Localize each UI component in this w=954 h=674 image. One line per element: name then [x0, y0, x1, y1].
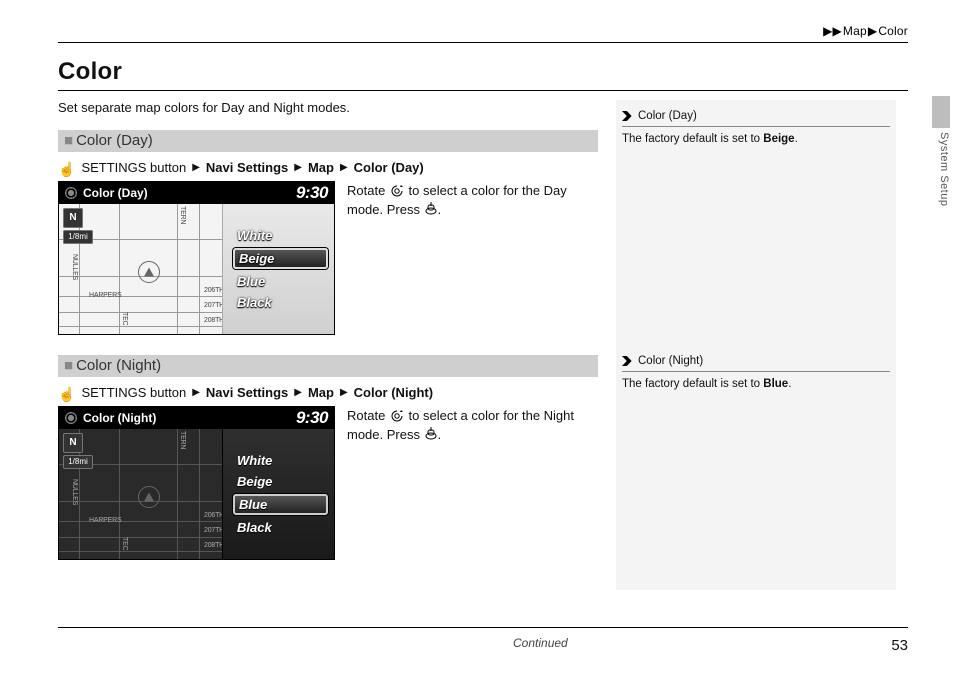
road-label: NULLES [71, 254, 78, 280]
instruction-day: Rotate to select a color for the Day mod… [347, 181, 598, 335]
road-label: TEC [121, 312, 128, 325]
footer-continued: Continued [513, 636, 568, 650]
screenshot-color-day: Color (Day) 9:30 [58, 181, 335, 335]
road-label: 206TH [204, 287, 224, 294]
gear-icon [65, 412, 77, 424]
path-segment: Color (Night) [354, 385, 433, 400]
road-label: 208TH [204, 317, 224, 324]
road-label: 207TH [204, 302, 224, 309]
path-segment: Map [308, 160, 334, 175]
square-icon: ■ [64, 357, 73, 374]
square-icon: ■ [64, 132, 73, 149]
color-option[interactable]: Blue [233, 273, 328, 290]
double-chevron-icon [622, 356, 634, 366]
map-preview: N 1/8mi HARPERS 206TH 207TH 208TH TERN N… [59, 429, 239, 559]
road-label: HARPERS [89, 292, 121, 299]
triangle-icon: ▶ [192, 387, 200, 398]
double-chevron-icon [622, 111, 634, 121]
screen-clock: 9:30 [296, 408, 328, 428]
color-option[interactable]: Beige [233, 473, 328, 490]
screen-title: Color (Day) [83, 186, 148, 200]
color-options-list: White Beige Blue Black [222, 429, 334, 559]
screen-title: Color (Night) [83, 411, 156, 425]
road-label: HARPERS [89, 517, 121, 524]
info-body-night: The factory default is set to Blue. [622, 371, 890, 400]
hand-icon: ☝ [58, 387, 75, 401]
instruction-night: Rotate to select a color for the Night m… [347, 406, 598, 560]
triangle-icon: ▶ [340, 162, 348, 173]
color-options-list: White Beige Blue Black [222, 204, 334, 334]
gps-marker-icon [138, 261, 160, 283]
road-label: 207TH [204, 527, 224, 534]
press-button-icon [424, 202, 438, 216]
compass-icon: N [63, 433, 83, 453]
chevron-icon: ▶ [868, 24, 877, 38]
compass-icon: N [63, 208, 83, 228]
side-section-label: System Setup [938, 132, 950, 206]
info-sidebar: Color (Day) The factory default is set t… [616, 100, 896, 590]
triangle-icon: ▶ [340, 387, 348, 398]
press-button-icon [424, 427, 438, 441]
color-option[interactable]: White [233, 227, 328, 244]
subheading-color-day: ■Color (Day) [58, 130, 598, 152]
color-option[interactable]: Black [233, 519, 328, 536]
road-label: TERN [179, 431, 186, 449]
map-scale: 1/8mi [63, 455, 93, 469]
path-segment: Navi Settings [206, 160, 288, 175]
path-segment: Map [308, 385, 334, 400]
road-label: NULLES [71, 479, 78, 505]
intro-text: Set separate map colors for Day and Nigh… [58, 100, 350, 115]
info-heading-night: Color (Night) [616, 345, 896, 371]
map-scale: 1/8mi [63, 230, 93, 244]
nav-path-night: ☝ SETTINGS button ▶ Navi Settings ▶ Map … [58, 385, 598, 400]
breadcrumb: ▶▶Map▶Color [822, 24, 908, 38]
chevron-icon: ▶▶ [823, 24, 842, 38]
rotate-dial-icon [389, 408, 405, 422]
rotate-dial-icon [389, 183, 405, 197]
page-number: 53 [891, 637, 908, 654]
path-segment: Navi Settings [206, 385, 288, 400]
map-preview: N 1/8mi HARPERS 206TH 207TH 208TH TERN N… [59, 204, 239, 334]
road-label: TEC [121, 537, 128, 550]
color-option-selected[interactable]: Beige [233, 248, 328, 269]
nav-path-day: ☝ SETTINGS button ▶ Navi Settings ▶ Map … [58, 160, 598, 175]
triangle-icon: ▶ [192, 162, 200, 173]
triangle-icon: ▶ [294, 162, 302, 173]
gear-icon [65, 187, 77, 199]
triangle-icon: ▶ [294, 387, 302, 398]
breadcrumb-item: Color [878, 24, 908, 38]
path-segment: SETTINGS button [81, 160, 186, 175]
info-heading-day: Color (Day) [616, 100, 896, 126]
page-title: Color [58, 58, 122, 86]
breadcrumb-item: Map [843, 24, 867, 38]
side-tab [932, 96, 950, 128]
color-option-selected[interactable]: Blue [233, 494, 328, 515]
subheading-color-night: ■Color (Night) [58, 355, 598, 377]
info-body-day: The factory default is set to Beige. [622, 126, 890, 155]
road-label: 208TH [204, 542, 224, 549]
road-label: 206TH [204, 512, 224, 519]
path-segment: Color (Day) [354, 160, 424, 175]
color-option[interactable]: White [233, 452, 328, 469]
screen-clock: 9:30 [296, 183, 328, 203]
path-segment: SETTINGS button [81, 385, 186, 400]
gps-marker-icon [138, 486, 160, 508]
hand-icon: ☝ [58, 162, 75, 176]
road-label: TERN [179, 206, 186, 224]
color-option[interactable]: Black [233, 294, 328, 311]
screenshot-color-night: Color (Night) 9:30 [58, 406, 335, 560]
